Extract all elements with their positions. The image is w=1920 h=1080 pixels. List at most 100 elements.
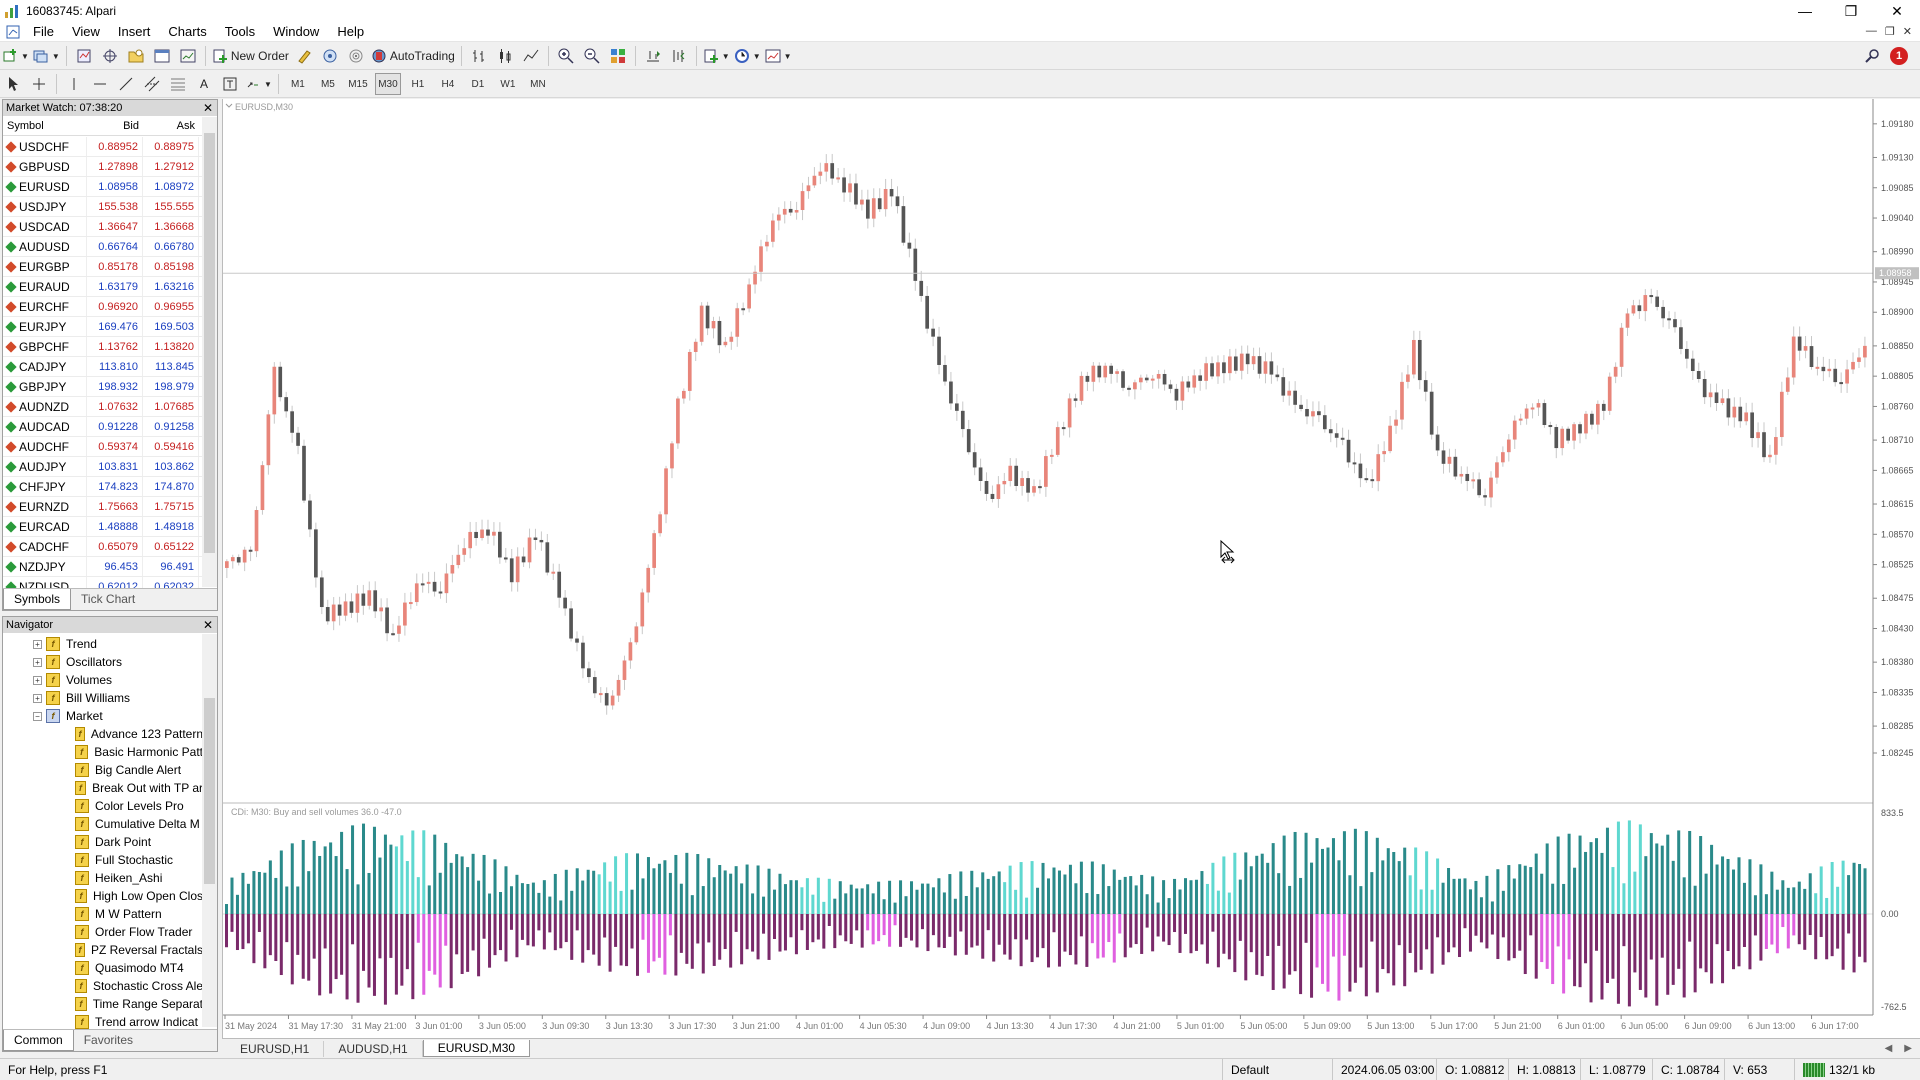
- arrows-button[interactable]: ▼: [245, 73, 272, 95]
- zoom-out-button[interactable]: [581, 45, 603, 67]
- nav-folder[interactable]: + f Oscillators: [3, 653, 203, 671]
- table-row[interactable]: CHFJPY 174.823 174.870: [3, 477, 203, 497]
- chart-tab-eurusd-m30[interactable]: EURUSD,M30: [422, 1040, 531, 1057]
- table-row[interactable]: EURUSD 1.08958 1.08972: [3, 177, 203, 197]
- terminal-toggle[interactable]: [151, 45, 173, 67]
- column-symbol[interactable]: Symbol: [3, 120, 87, 132]
- candlestick-button[interactable]: [494, 45, 516, 67]
- close-button[interactable]: ✕: [1874, 0, 1920, 22]
- timeframe-m15[interactable]: M15: [345, 73, 371, 95]
- price-chart[interactable]: EURUSD,M30 CDi: M30: Buy and sell volume…: [223, 99, 1920, 1037]
- nav-folder[interactable]: + f Volumes: [3, 671, 203, 689]
- nav-indicator-item[interactable]: f Heiken_Ashi: [3, 869, 203, 887]
- text-button[interactable]: A: [193, 73, 215, 95]
- trendline-button[interactable]: [115, 73, 137, 95]
- mdi-restore-button[interactable]: ❐: [1885, 25, 1895, 38]
- navigator-scrollbar[interactable]: [202, 634, 217, 1027]
- timeframe-h1[interactable]: H1: [405, 73, 431, 95]
- collapse-icon[interactable]: −: [33, 711, 42, 721]
- periods-button[interactable]: ▼: [734, 45, 761, 67]
- profiles-button[interactable]: ▼: [33, 45, 60, 67]
- timeframe-h4[interactable]: H4: [435, 73, 461, 95]
- table-row[interactable]: AUDJPY 103.831 103.862: [3, 457, 203, 477]
- nav-indicator-item[interactable]: f Order Flow Trader: [3, 923, 203, 941]
- column-ask[interactable]: Ask: [143, 120, 199, 132]
- status-connection[interactable]: 132/1 kb: [1794, 1059, 1883, 1080]
- table-row[interactable]: GBPJPY 198.932 198.979: [3, 377, 203, 397]
- table-row[interactable]: AUDCAD 0.91228 0.91258: [3, 417, 203, 437]
- crosshair-button[interactable]: [28, 73, 50, 95]
- nav-indicator-item[interactable]: f Break Out with TP ar: [3, 779, 203, 797]
- chart-window[interactable]: EURUSD,M30 CDi: M30: Buy and sell volume…: [222, 99, 1920, 1041]
- chart-tab-audusd-h1[interactable]: AUDUSD,H1: [324, 1040, 423, 1057]
- nav-indicator-item[interactable]: f Advance 123 Pattern: [3, 725, 203, 743]
- table-row[interactable]: EURCHF 0.96920 0.96955: [3, 297, 203, 317]
- minimize-button[interactable]: —: [1782, 0, 1828, 22]
- table-row[interactable]: USDCHF 0.88952 0.88975: [3, 137, 203, 157]
- market-watch-scrollbar[interactable]: [202, 117, 217, 587]
- zoom-in-button[interactable]: [555, 45, 577, 67]
- tab-common[interactable]: Common: [3, 1030, 74, 1051]
- table-row[interactable]: USDJPY 155.538 155.555: [3, 197, 203, 217]
- table-row[interactable]: CADCHF 0.65079 0.65122: [3, 537, 203, 557]
- nav-indicator-item[interactable]: f Big Candle Alert: [3, 761, 203, 779]
- chart-window-icon[interactable]: [6, 25, 20, 39]
- nav-folder[interactable]: + f Trend: [3, 635, 203, 653]
- nav-indicator-item[interactable]: f Time Range Separat: [3, 995, 203, 1013]
- cursor-button[interactable]: [2, 73, 24, 95]
- metaeditor-button[interactable]: [293, 45, 315, 67]
- nav-indicator-item[interactable]: f Stochastic Cross Ale: [3, 977, 203, 995]
- table-row[interactable]: EURNZD 1.75663 1.75715: [3, 497, 203, 517]
- menu-insert[interactable]: Insert: [109, 24, 160, 39]
- status-profile[interactable]: Default: [1222, 1059, 1332, 1080]
- table-row[interactable]: EURGBP 0.85178 0.85198: [3, 257, 203, 277]
- templates-button[interactable]: ▼: [765, 45, 792, 67]
- maximize-button[interactable]: ❐: [1828, 0, 1874, 22]
- timeframe-m30[interactable]: M30: [374, 73, 401, 95]
- nav-indicator-item[interactable]: f PZ Reversal Fractals: [3, 941, 203, 959]
- column-bid[interactable]: Bid: [87, 120, 143, 132]
- navigator-close-icon[interactable]: ✕: [203, 618, 213, 632]
- table-row[interactable]: GBPCHF 1.13762 1.13820: [3, 337, 203, 357]
- menu-tools[interactable]: Tools: [216, 24, 264, 39]
- search-icon[interactable]: [1864, 48, 1880, 64]
- autotrading-button[interactable]: AutoTrading: [371, 45, 455, 67]
- tab-favorites[interactable]: Favorites: [74, 1030, 143, 1051]
- timeframe-m1[interactable]: M1: [285, 73, 311, 95]
- text-label-button[interactable]: [219, 73, 241, 95]
- mdi-minimize-button[interactable]: —: [1866, 25, 1877, 38]
- timeframe-w1[interactable]: W1: [495, 73, 521, 95]
- menu-view[interactable]: View: [63, 24, 109, 39]
- nav-indicator-item[interactable]: f Basic Harmonic Patt: [3, 743, 203, 761]
- new-order-button[interactable]: New Order: [212, 45, 289, 67]
- notification-badge[interactable]: 1: [1890, 47, 1908, 65]
- equidistant-channel-button[interactable]: [141, 73, 163, 95]
- timeframe-mn[interactable]: MN: [525, 73, 551, 95]
- tabs-scroll-left-icon[interactable]: ◀: [1885, 1043, 1893, 1054]
- horizontal-line-button[interactable]: [89, 73, 111, 95]
- navigator-toggle[interactable]: [125, 45, 147, 67]
- tabs-scroll-right-icon[interactable]: ▶: [1904, 1043, 1912, 1054]
- nav-indicator-item[interactable]: f High Low Open Clos: [3, 887, 203, 905]
- table-row[interactable]: USDCAD 1.36647 1.36668: [3, 217, 203, 237]
- data-window-toggle[interactable]: [99, 45, 121, 67]
- tab-symbols[interactable]: Symbols: [3, 589, 72, 610]
- nav-indicator-item[interactable]: f Color Levels Pro: [3, 797, 203, 815]
- expand-icon[interactable]: +: [33, 639, 42, 649]
- timeframe-m5[interactable]: M5: [315, 73, 341, 95]
- menu-charts[interactable]: Charts: [159, 24, 215, 39]
- expand-icon[interactable]: +: [33, 657, 42, 667]
- market-watch-close-icon[interactable]: ✕: [203, 101, 213, 115]
- market-button[interactable]: [345, 45, 367, 67]
- auto-scroll-button[interactable]: [668, 45, 690, 67]
- nav-indicator-item[interactable]: f Cumulative Delta M: [3, 815, 203, 833]
- vertical-line-button[interactable]: [63, 73, 85, 95]
- table-row[interactable]: CADJPY 113.810 113.845: [3, 357, 203, 377]
- nav-indicator-item[interactable]: f Dark Point: [3, 833, 203, 851]
- line-chart-button[interactable]: [520, 45, 542, 67]
- menu-help[interactable]: Help: [328, 24, 373, 39]
- table-row[interactable]: AUDCHF 0.59374 0.59416: [3, 437, 203, 457]
- tile-windows-button[interactable]: [607, 45, 629, 67]
- nav-folder[interactable]: + f Bill Williams: [3, 689, 203, 707]
- nav-indicator-item[interactable]: f M W Pattern: [3, 905, 203, 923]
